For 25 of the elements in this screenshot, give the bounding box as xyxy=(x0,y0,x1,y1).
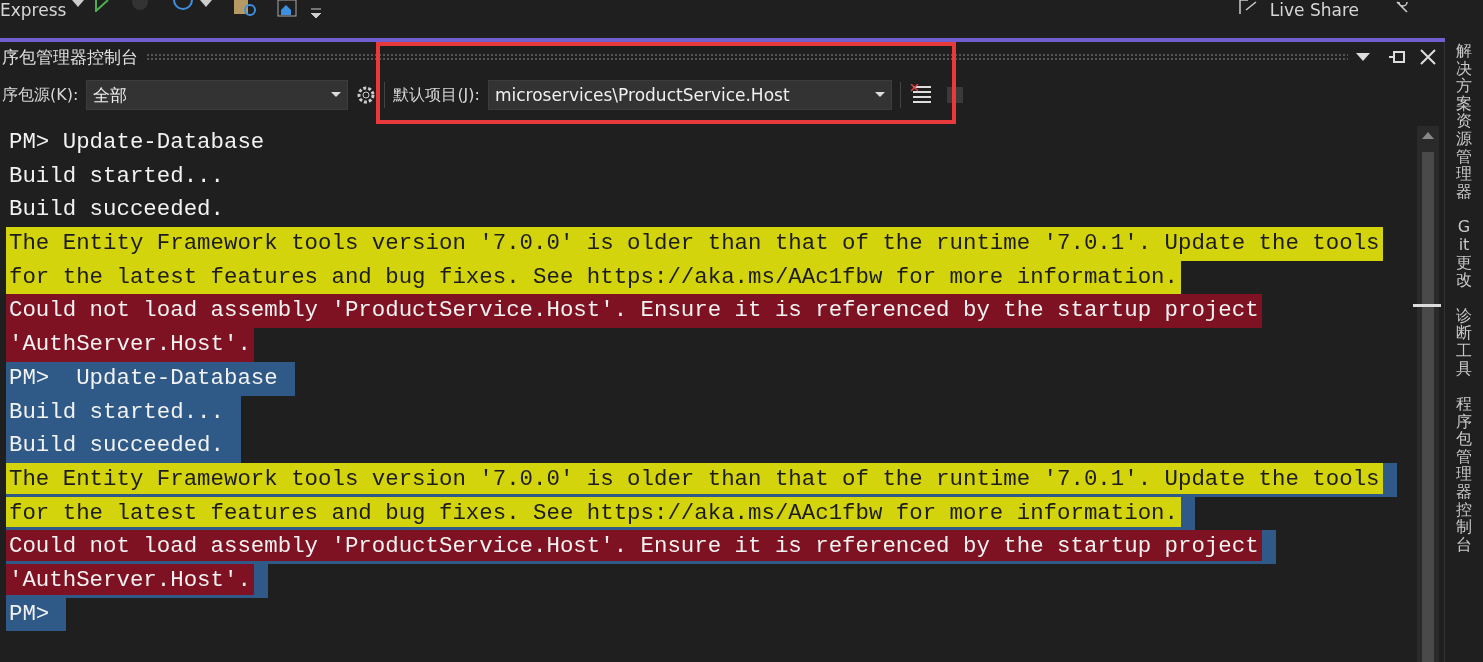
project-dropdown[interactable]: microservices\ProductService.Host xyxy=(487,80,892,110)
caret-icon[interactable] xyxy=(200,0,213,8)
console-line: Build started... xyxy=(8,161,225,191)
refresh-icon[interactable] xyxy=(172,0,195,12)
clear-icon[interactable] xyxy=(908,84,933,106)
side-tab[interactable]: Git 更改 xyxy=(1456,218,1472,289)
side-tab[interactable]: 程序包管理器控制台 xyxy=(1456,395,1472,554)
project-label: 默认项目(J): xyxy=(393,84,480,106)
live-share-button[interactable]: Live Share xyxy=(1269,2,1359,19)
console-line: PM> Update-Database xyxy=(8,128,266,157)
caret-icon xyxy=(331,92,342,98)
side-tab[interactable]: 诊断工具 xyxy=(1456,306,1472,378)
panel-title: 序包管理器控制台 xyxy=(2,45,138,69)
side-tab[interactable]: 解决方案资源管理器 xyxy=(1456,42,1472,201)
caret-icon[interactable] xyxy=(72,0,85,8)
console-line: Build succeeded. xyxy=(8,195,225,225)
dropdown-icon[interactable] xyxy=(1356,52,1370,62)
source-dropdown[interactable]: 全部 xyxy=(86,80,349,110)
caret-icon xyxy=(874,92,885,98)
play-icon[interactable] xyxy=(94,0,111,12)
close-icon[interactable] xyxy=(1420,49,1436,65)
scroll-up-icon[interactable] xyxy=(1422,132,1434,140)
pin-icon[interactable] xyxy=(1388,50,1406,64)
configuration-label[interactable]: Express xyxy=(0,2,67,19)
source-label: 序包源(K): xyxy=(2,84,79,106)
